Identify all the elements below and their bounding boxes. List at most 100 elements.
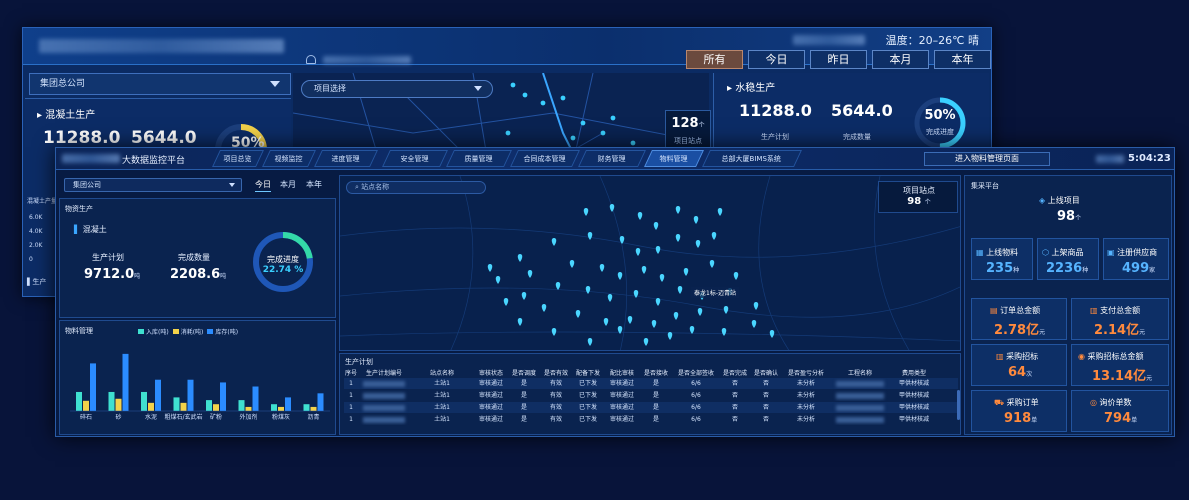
map-pin-icon[interactable]	[653, 222, 659, 230]
map-pin-icon[interactable]	[697, 308, 703, 316]
table-row[interactable]: 1 土站1 审核通过 是 有效 已下发 审核通过 是 6/6 否 否 未分析 甲供材核减	[344, 402, 958, 413]
bar[interactable]	[206, 400, 212, 411]
tab-year[interactable]: 本年	[306, 179, 322, 190]
map-pin-icon[interactable]	[607, 294, 613, 302]
table-row[interactable]: 1 土站1 审核通过 是 有效 已下发 审核通过 是 6/6 否 否 未分析 甲供材核减	[344, 390, 958, 401]
nav-item[interactable]: 合同成本管理	[510, 150, 580, 167]
tab-yesterday[interactable]: 昨日	[810, 50, 867, 69]
nav-item[interactable]: 质量管理	[446, 150, 512, 167]
map-pin-icon[interactable]	[603, 318, 609, 326]
map-pin-icon[interactable]	[487, 264, 493, 272]
bar[interactable]	[83, 400, 89, 411]
nav-item[interactable]: 安全管理	[382, 150, 448, 167]
bar[interactable]	[155, 379, 161, 411]
map-pin-icon[interactable]	[677, 286, 683, 294]
map-pin-icon[interactable]	[675, 206, 681, 214]
bar[interactable]	[310, 406, 317, 411]
map-pin-icon[interactable]	[583, 208, 589, 216]
map-pin-icon[interactable]	[635, 248, 641, 256]
enter-materials-button[interactable]: 进入物料管理页面	[924, 152, 1050, 166]
table-scrollbar[interactable]	[957, 390, 960, 420]
map-pin-icon[interactable]	[667, 332, 673, 340]
bar[interactable]	[108, 391, 115, 411]
bar[interactable]	[252, 386, 259, 411]
bar[interactable]	[303, 404, 310, 411]
nav-item[interactable]: 项目总览	[212, 150, 264, 167]
map-pin-icon[interactable]	[641, 266, 647, 274]
map-pin-icon[interactable]	[751, 320, 757, 328]
bar[interactable]	[317, 393, 324, 411]
map-pin-icon[interactable]	[655, 246, 661, 254]
map-pin-icon[interactable]	[517, 254, 523, 262]
bar[interactable]	[115, 398, 122, 411]
tab-today[interactable]: 今日	[748, 50, 805, 69]
map-pin-icon[interactable]	[637, 212, 643, 220]
nav-item[interactable]: 总部大厦BIMS系统	[702, 150, 802, 167]
map-pin-icon[interactable]	[723, 306, 729, 314]
bar[interactable]	[173, 397, 180, 411]
nav-item[interactable]: 财务管理	[578, 150, 646, 167]
map-pin-icon[interactable]	[711, 232, 717, 240]
map-pin-icon[interactable]	[617, 326, 623, 334]
tab-all[interactable]: 所有	[686, 50, 743, 69]
bar[interactable]	[141, 391, 147, 411]
map-pin-icon[interactable]	[693, 216, 699, 224]
map-pin-icon[interactable]	[633, 290, 639, 298]
map-pin-icon[interactable]	[551, 238, 557, 246]
map-pin-icon[interactable]	[655, 298, 661, 306]
map-pin-icon[interactable]	[521, 292, 527, 300]
bar[interactable]	[213, 404, 219, 411]
nav-item[interactable]: 物料管理	[644, 150, 704, 167]
nav-item[interactable]: 视频监控	[262, 150, 316, 167]
map-pin-icon[interactable]	[599, 264, 605, 272]
bar[interactable]	[122, 353, 129, 411]
map-pin-icon[interactable]	[659, 274, 665, 282]
map-pin-icon[interactable]	[619, 236, 625, 244]
bar[interactable]	[90, 363, 96, 411]
tab-month[interactable]: 本月	[280, 179, 296, 190]
bar[interactable]	[238, 400, 245, 411]
table-row[interactable]: 1 土站1 审核通过 是 有效 已下发 审核通过 是 6/6 否 否 未分析 甲供材核减	[344, 414, 958, 425]
map-pin-icon[interactable]	[495, 276, 501, 284]
map-pin-icon[interactable]	[555, 282, 561, 290]
map-pin-icon[interactable]	[585, 286, 591, 294]
tab-year[interactable]: 本年	[934, 50, 991, 69]
map-pin-icon[interactable]	[627, 316, 633, 324]
map-pin-icon[interactable]	[527, 270, 533, 278]
map-pin-icon[interactable]	[609, 204, 615, 212]
bar[interactable]	[271, 404, 277, 411]
bar[interactable]	[187, 379, 194, 411]
station-map[interactable]: ⌕ 站点名称 项目站点 98 个 泰龙1标-迈青站	[339, 175, 961, 351]
map-pin-icon[interactable]	[651, 320, 657, 328]
map-pin-icon[interactable]	[617, 272, 623, 280]
map-pin-icon[interactable]	[503, 298, 509, 306]
map-pin-icon[interactable]	[733, 272, 739, 280]
map-pin-icon[interactable]	[717, 208, 723, 216]
tab-today[interactable]: 今日	[255, 179, 271, 192]
map-pin-icon[interactable]	[709, 260, 715, 268]
table-row[interactable]: 1 土站1 审核通过 是 有效 已下发 审核通过 是 6/6 否 否 未分析 甲供材核减	[344, 378, 958, 389]
map-pin-icon[interactable]	[569, 260, 575, 268]
bar[interactable]	[148, 402, 154, 411]
bar[interactable]	[285, 397, 291, 411]
map-pin-icon[interactable]	[769, 330, 775, 338]
bar[interactable]	[220, 382, 226, 411]
map-pin-icon[interactable]	[683, 268, 689, 276]
bar[interactable]	[76, 391, 82, 411]
map-pin-icon[interactable]	[673, 312, 679, 320]
map-pin-icon[interactable]	[541, 304, 547, 312]
company-select[interactable]: 集团公司	[64, 178, 242, 192]
map-pin-icon[interactable]	[575, 310, 581, 318]
bar[interactable]	[180, 402, 187, 411]
map-pin-icon[interactable]	[587, 232, 593, 240]
map-pin-icon[interactable]	[675, 234, 681, 242]
map-pin-icon[interactable]	[689, 326, 695, 334]
back-company-select[interactable]: 集团总公司	[29, 73, 291, 95]
tab-month[interactable]: 本月	[872, 50, 929, 69]
map-pin-icon[interactable]	[753, 302, 759, 310]
map-pin-icon[interactable]	[643, 338, 649, 346]
map-pin-icon[interactable]	[517, 318, 523, 326]
station-search-input[interactable]: ⌕ 站点名称	[346, 181, 486, 194]
map-pin-icon[interactable]	[721, 328, 727, 336]
back-project-select[interactable]: 项目选择	[301, 80, 493, 98]
